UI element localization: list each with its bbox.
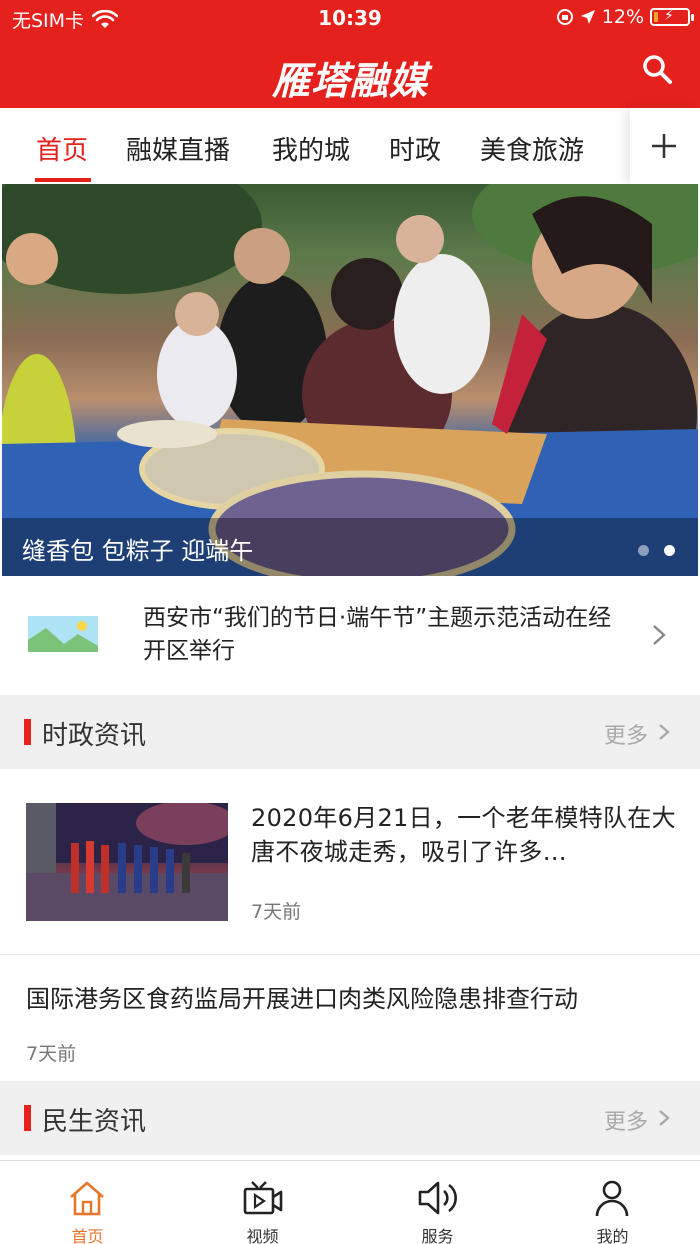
tab-my-city[interactable]: 我的城 [272,130,350,167]
section-accent-bar [24,1105,31,1131]
news-thumbnail [26,803,228,921]
app-title: 雁塔融媒 [271,58,428,103]
charging-bolt-icon: ⚡ [664,8,674,24]
add-channel-button[interactable] [630,108,700,184]
nav-label: 服务 [421,1227,454,1244]
app-header: 无SIM卡 10:39 12% ⚡ 雁塔融媒 [0,0,700,108]
home-icon [70,1181,104,1216]
more-link[interactable]: 更多 [604,718,648,750]
news-item[interactable]: 2020年6月21日，一个老年模特队在大唐不夜城走秀，吸引了许多… 7天前 [0,769,700,955]
plus-icon [652,134,676,158]
bottom-nav: 首页 视频 服务 我的 [0,1160,700,1244]
carousel-dot-1[interactable] [638,545,649,556]
section-header-livelihood: 民生资讯 更多 [0,1081,700,1155]
video-icon [243,1181,283,1215]
banner-caption: 缝香包 包粽子 迎端午 [22,537,254,565]
search-icon[interactable] [640,52,674,86]
image-placeholder-icon [28,616,98,652]
tab-live[interactable]: 融媒直播 [126,130,230,167]
channel-tabs: 首页 融媒直播 我的城 时政 美食旅游 [0,108,700,184]
orientation-lock-icon [556,9,573,25]
tab-home[interactable]: 首页 [36,130,88,167]
headline-title: 西安市“我们的节日·端午节”主题示范活动在经开区举行 [143,605,612,664]
news-time: 7天前 [26,1043,77,1065]
section-accent-bar [24,719,31,745]
user-icon [595,1180,629,1217]
headline-row[interactable]: 西安市“我们的节日·端午节”主题示范活动在经开区举行 [0,576,700,694]
news-thumbnail-photo [26,803,228,921]
tab-food-travel[interactable]: 美食旅游 [480,130,584,167]
battery-percent: 12% [601,6,644,28]
chevron-right-icon[interactable] [658,723,670,741]
news-item[interactable]: 国际港务区食药监局开展进口肉类风险隐患排查行动 7天前 [0,955,700,1081]
news-time: 7天前 [251,901,302,923]
section-title: 时政资讯 [42,721,147,751]
carousel-dot-2-active[interactable] [664,545,675,556]
chevron-right-icon [653,625,666,645]
nav-service[interactable]: 服务 [350,1161,525,1244]
banner-carousel[interactable]: 缝香包 包粽子 迎端午 [2,184,698,576]
nav-home[interactable]: 首页 [0,1161,175,1244]
chevron-right-icon[interactable] [658,1109,670,1127]
nav-label: 我的 [596,1227,629,1244]
news-title: 国际港务区食药监局开展进口肉类风险隐患排查行动 [26,985,578,1013]
news-title: 2020年6月21日，一个老年模特队在大唐不夜城走秀，吸引了许多… [251,804,676,866]
active-tab-indicator [35,178,91,182]
tab-politics[interactable]: 时政 [389,130,441,167]
section-title: 民生资讯 [42,1107,147,1137]
location-icon [580,10,595,24]
battery-fill [654,12,658,22]
more-link[interactable]: 更多 [604,1104,648,1136]
section-header-politics: 时政资讯 更多 [0,695,700,769]
speaker-icon [418,1181,457,1215]
nav-label: 首页 [71,1227,104,1244]
status-bar: 无SIM卡 10:39 12% ⚡ [0,0,700,36]
nav-profile[interactable]: 我的 [525,1161,700,1244]
nav-video[interactable]: 视频 [175,1161,350,1244]
battery-icon: ⚡ [650,8,694,26]
nav-label: 视频 [246,1227,279,1244]
